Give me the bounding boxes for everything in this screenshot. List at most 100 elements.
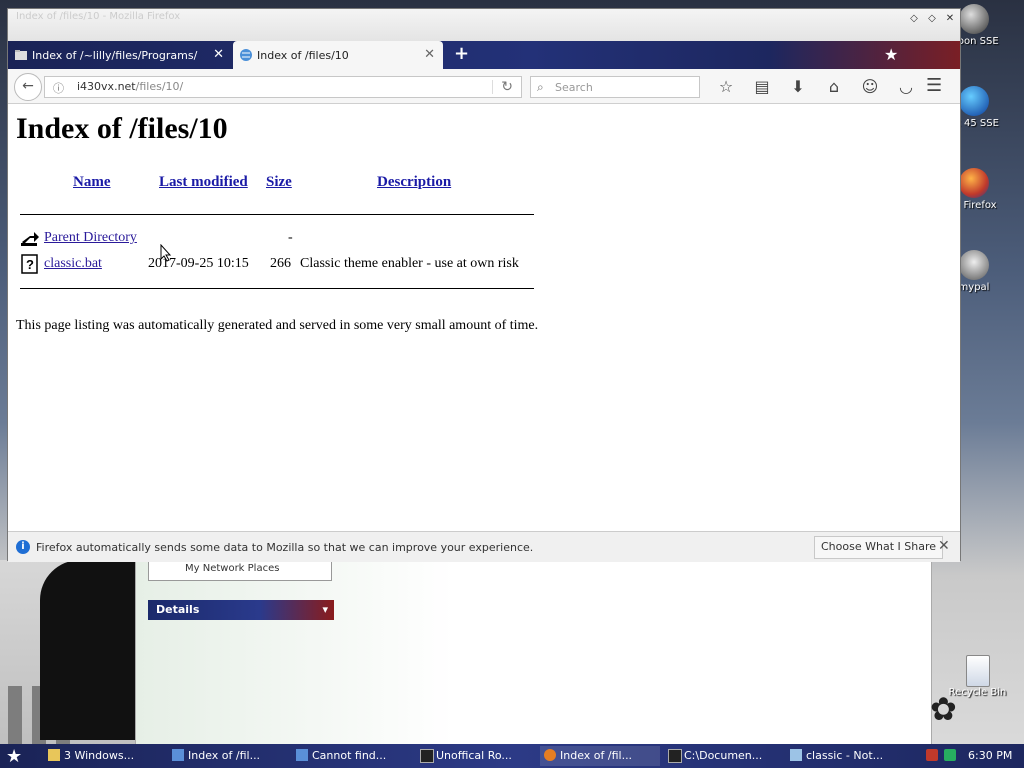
table-row: Parent Directory -: [18, 228, 534, 250]
downloads-icon[interactable]: ⬇: [780, 75, 816, 99]
globe-favicon-icon: [240, 49, 252, 61]
details-label: Details: [156, 603, 200, 616]
search-placeholder: Search: [555, 81, 593, 94]
taskbar-item-notepad[interactable]: classic - Not...: [786, 746, 904, 766]
column-header-size[interactable]: Size: [266, 174, 292, 191]
row-description: Classic theme enabler - use at own risk: [300, 256, 519, 271]
folder-favicon-icon: [15, 50, 27, 60]
details-panel-header[interactable]: Details ▾: [148, 600, 334, 620]
chevron-down-icon: ▾: [322, 603, 328, 616]
notepad-icon: [790, 749, 802, 761]
taskbar-item-label: C:\Documen...: [684, 749, 763, 762]
page-content: Index of /files/10 Name Last modified Si…: [8, 104, 960, 530]
search-icon: ⌕: [537, 80, 544, 94]
firefox-icon: [959, 168, 989, 198]
choose-what-i-share-button[interactable]: Choose What I Share: [814, 536, 943, 559]
page-title: Index of /files/10: [16, 112, 228, 145]
column-header-last-modified[interactable]: Last modified: [159, 174, 248, 191]
taskbar-item-cannot-find[interactable]: Cannot find...: [292, 746, 412, 766]
tab-label: Index of /~lilly/files/Programs/: [32, 48, 198, 62]
url-host: i430vx.net: [77, 80, 136, 93]
minimize-icon[interactable]: ◇: [908, 13, 920, 25]
network-icon[interactable]: [944, 749, 956, 761]
file-link-classic-bat[interactable]: classic.bat: [44, 256, 102, 272]
tab-close-icon[interactable]: ✕: [424, 47, 435, 62]
folder-icon: [48, 749, 60, 761]
system-tray: 6:30 PM: [922, 744, 1024, 768]
back-button[interactable]: ←: [14, 73, 42, 101]
taskbar-item-label: Index of /fil...: [188, 749, 261, 762]
mouse-cursor-icon: [160, 244, 172, 262]
tab-lilly-programs[interactable]: Index of /~lilly/files/Programs/ ✕: [8, 41, 232, 69]
clock[interactable]: 6:30 PM: [968, 749, 1012, 762]
start-button[interactable]: ★: [6, 746, 22, 767]
taskbar-item-windows-group[interactable]: 3 Windows...: [44, 746, 164, 766]
tab-label: Index of /files/10: [257, 48, 349, 62]
header-divider: [20, 214, 534, 215]
new-tab-button[interactable]: +: [454, 43, 469, 64]
browser-icon: [172, 749, 184, 761]
info-icon: i: [16, 540, 30, 554]
globe-icon: [959, 86, 989, 116]
wallpaper-figure: [40, 560, 140, 740]
background-explorer-window: My Network Places Details ▾: [135, 560, 932, 745]
wallpaper-calligraphy: ✿: [930, 690, 957, 728]
taskbar-item-label: Index of /fil...: [560, 749, 633, 762]
taskbar-item-cmd[interactable]: C:\Documen...: [664, 746, 782, 766]
taskbar: ★ 3 Windows... Index of /fil... Cannot f…: [0, 744, 1024, 768]
table-row: ? classic.bat 2017-09-25 10:15 266 Class…: [18, 254, 534, 276]
taskbar-item-unofficial[interactable]: Unoffical Ro...: [416, 746, 536, 766]
browser-icon: [296, 749, 308, 761]
taskbar-item-label: Cannot find...: [312, 749, 387, 762]
url-bar[interactable]: ⓘ i430vx.net/files/10/ ↻: [44, 76, 522, 98]
window-controls: ◇ ◇ ✕: [908, 13, 956, 25]
column-header-description[interactable]: Description: [377, 174, 451, 191]
shield-icon[interactable]: [926, 749, 938, 761]
taskbar-item-label: classic - Not...: [806, 749, 884, 762]
close-notification-icon[interactable]: ✕: [938, 538, 950, 554]
row-size: -: [288, 230, 293, 245]
tab-close-icon[interactable]: ✕: [213, 47, 224, 62]
footer-divider: [20, 288, 534, 289]
column-header-name[interactable]: Name: [73, 174, 111, 191]
navigation-toolbar: ← ⓘ i430vx.net/files/10/ ↻ ⌕ Search ☆ ▤ …: [8, 69, 960, 104]
star-decoration-icon: ★: [884, 45, 899, 64]
taskbar-item-index-active[interactable]: Index of /fil...: [540, 746, 660, 766]
taskbar-item-label: Unoffical Ro...: [436, 749, 512, 762]
svg-text:?: ?: [26, 257, 34, 272]
row-size: 266: [270, 256, 291, 271]
pocket-icon[interactable]: ◡: [888, 75, 924, 99]
my-network-places-link[interactable]: My Network Places: [148, 561, 332, 581]
toolbar-icons: ☆ ▤ ⬇ ⌂ ☺ ◡: [708, 75, 924, 99]
reload-icon[interactable]: ↻: [501, 79, 513, 95]
tab-files-10[interactable]: Index of /files/10 ✕: [233, 41, 443, 69]
taskbar-item-index-1[interactable]: Index of /fil...: [168, 746, 288, 766]
wallpaper-column: [8, 686, 22, 746]
console-icon: [668, 749, 682, 763]
unknown-file-icon: ?: [21, 254, 38, 274]
listing-footer-note: This page listing was automatically gene…: [16, 318, 539, 333]
info-icon[interactable]: ⓘ: [53, 80, 67, 95]
firefox-window: Index of /files/10 - Mozilla Firefox ◇ ◇…: [7, 8, 961, 562]
title-bar: Index of /files/10 - Mozilla Firefox ◇ ◇…: [8, 9, 960, 41]
window-title: Index of /files/10 - Mozilla Firefox: [16, 11, 181, 22]
firefox-icon: [544, 749, 556, 761]
console-icon: [420, 749, 434, 763]
close-window-icon[interactable]: ✕: [944, 13, 956, 25]
home-icon[interactable]: ⌂: [816, 75, 852, 99]
raccoon-icon: [959, 250, 989, 280]
url-text: i430vx.net/files/10/: [77, 80, 183, 93]
telemetry-notification-bar: i Firefox automatically sends some data …: [8, 531, 960, 562]
reading-list-icon[interactable]: ▤: [744, 75, 780, 99]
url-path: /files/10/: [135, 80, 184, 93]
hamburger-menu-icon[interactable]: ☰: [926, 75, 942, 96]
tab-strip: Index of /~lilly/files/Programs/ ✕ Index…: [8, 41, 960, 69]
search-input[interactable]: ⌕ Search: [530, 76, 700, 98]
smiley-icon[interactable]: ☺: [852, 75, 888, 99]
parent-directory-link[interactable]: Parent Directory: [44, 230, 137, 246]
moon-icon: [959, 4, 989, 34]
maximize-icon[interactable]: ◇: [926, 13, 938, 25]
bookmark-star-icon[interactable]: ☆: [708, 75, 744, 99]
recycle-bin-icon: [965, 655, 990, 687]
url-separator: [492, 80, 493, 94]
